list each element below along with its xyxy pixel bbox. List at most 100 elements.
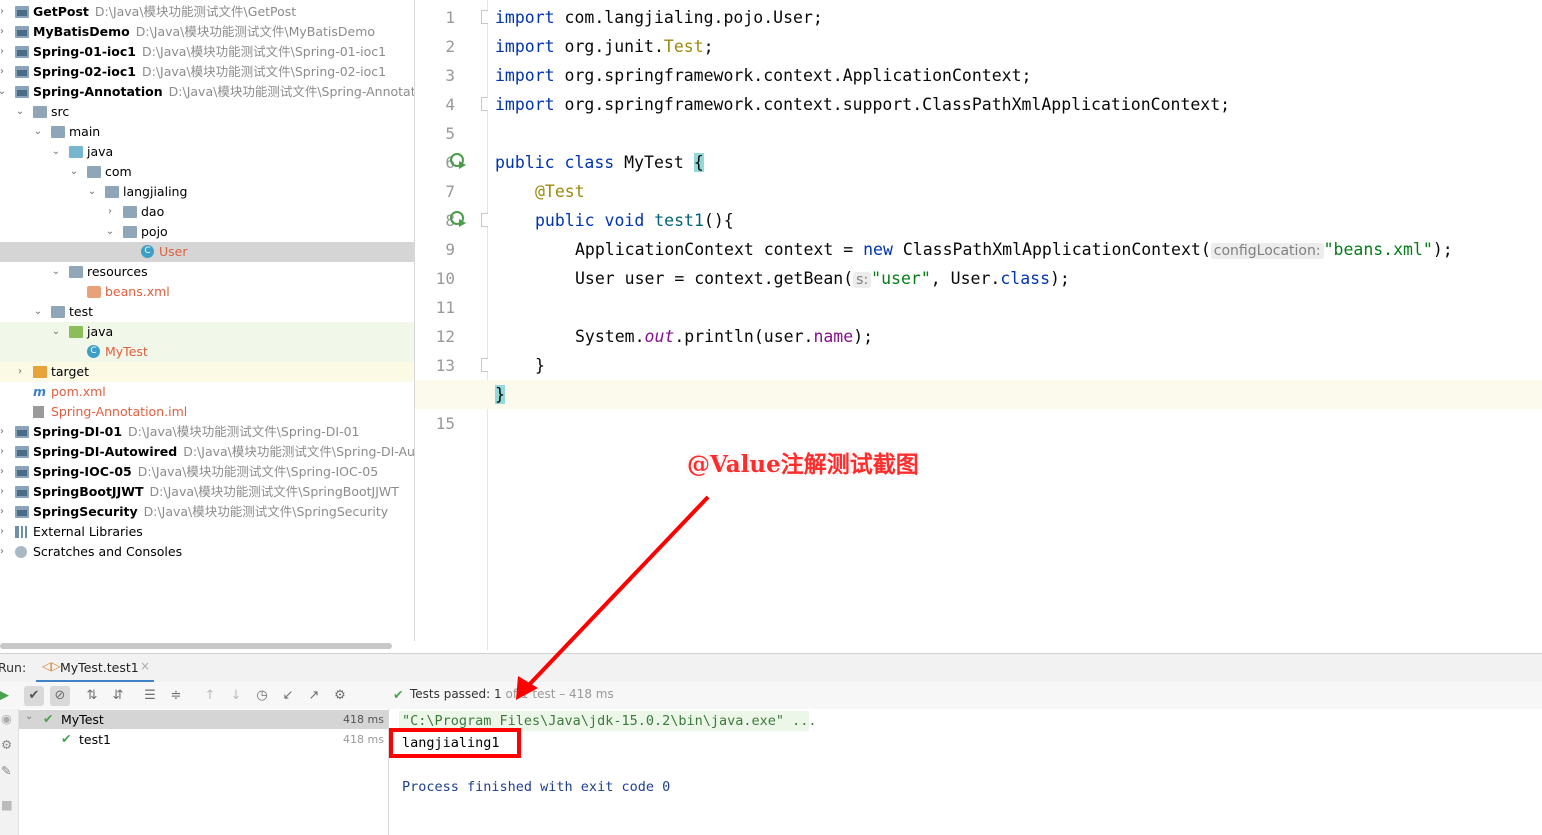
annotation-caption: @Value注解测试截图 xyxy=(687,451,919,478)
tree-module-mybatisdemo[interactable]: › MyBatisDemo D:\Java\模块功能测试文件\MyBatisDem… xyxy=(0,22,414,42)
tree-class-user[interactable]: C User xyxy=(0,242,414,262)
stop-icon[interactable]: ■ xyxy=(1,797,13,812)
current-line-highlight xyxy=(415,380,1542,409)
chevron-down-icon[interactable]: ⌄ xyxy=(50,322,62,342)
tree-scratches[interactable]: › Scratches and Consoles xyxy=(0,542,414,562)
tree-file-iml[interactable]: Spring-Annotation.iml xyxy=(0,402,414,422)
module-icon xyxy=(15,86,29,98)
tree-module-spring-di-01[interactable]: › Spring-DI-01 D:\Java\模块功能测试文件\Spring-DI… xyxy=(0,422,414,442)
tree-file-pom-xml[interactable]: m pom.xml xyxy=(0,382,414,402)
tree-folder-java-test[interactable]: ⌄ java xyxy=(0,322,414,342)
tree-module-spring-di-autowired[interactable]: › Spring-DI-Autowired D:\Java\模块功能测试文件\Sp… xyxy=(0,442,414,462)
chevron-right-icon[interactable]: › xyxy=(14,362,26,382)
chevron-right-icon[interactable]: › xyxy=(104,202,116,222)
sort-duration-icon[interactable]: ⇵ xyxy=(108,686,128,706)
line-number: 1 xyxy=(445,8,455,27)
chevron-down-icon[interactable]: ⌄ xyxy=(25,711,33,722)
chevron-down-icon[interactable]: ⌄ xyxy=(104,222,116,242)
collapse-all-icon[interactable]: ≑ xyxy=(166,686,186,706)
wrench-icon[interactable]: ✎ xyxy=(1,763,11,778)
chevron-down-icon[interactable]: ⌄ xyxy=(32,302,44,322)
tree-folder-main[interactable]: ⌄ main xyxy=(0,122,414,142)
tree-folder-test[interactable]: ⌄ test xyxy=(0,302,414,322)
arrow-up-icon[interactable]: ↑ xyxy=(200,686,220,706)
tree-package-langjialing[interactable]: ⌄ langjialing xyxy=(0,182,414,202)
chevron-right-icon[interactable]: › xyxy=(0,522,8,542)
run-test-icon[interactable] xyxy=(449,210,467,228)
close-icon[interactable]: × xyxy=(140,659,150,673)
chevron-right-icon[interactable]: › xyxy=(0,42,8,62)
arrow-down-icon[interactable]: ↓ xyxy=(226,686,246,706)
line-number: 9 xyxy=(445,240,455,259)
code-line-10: User user = context.getBean(s: "user", Us… xyxy=(575,269,1070,288)
horizontal-scrollbar[interactable] xyxy=(0,643,392,649)
module-icon xyxy=(15,426,29,438)
tree-package-pojo[interactable]: ⌄ pojo xyxy=(0,222,414,242)
chevron-right-icon[interactable]: › xyxy=(0,482,8,502)
scratches-icon xyxy=(15,546,27,558)
tree-package-com[interactable]: ⌄ com xyxy=(0,162,414,182)
tree-class-mytest[interactable]: C MyTest xyxy=(0,342,414,362)
history-icon[interactable]: ◷ xyxy=(252,686,272,706)
code-line-6: public class MyTest { xyxy=(495,153,704,172)
line-number: 7 xyxy=(445,182,455,201)
tree-module-spring-01-ioc1[interactable]: › Spring-01-ioc1 D:\Java\模块功能测试文件\Spring-… xyxy=(0,42,414,62)
code-line-4: import org.springframework.context.suppo… xyxy=(495,95,1231,114)
run-tab[interactable]: MyTest.test1 xyxy=(60,660,139,675)
chevron-down-icon[interactable]: ⌄ xyxy=(50,142,62,162)
tree-module-springbootjjwt[interactable]: › SpringBootJJWT D:\Java\模块功能测试文件\SpringB… xyxy=(0,482,414,502)
show-passed-icon[interactable]: ✔ xyxy=(24,686,44,706)
code-line-3: import org.springframework.context.Appli… xyxy=(495,66,1032,85)
tree-package-dao[interactable]: › dao xyxy=(0,202,414,222)
show-ignored-icon[interactable]: ⊘ xyxy=(50,686,70,706)
import-tests-icon[interactable]: ↙ xyxy=(278,686,298,706)
line-number: 5 xyxy=(445,124,455,143)
chevron-down-icon[interactable]: ⌄ xyxy=(50,262,62,282)
module-icon xyxy=(15,466,29,478)
chevron-right-icon[interactable]: › xyxy=(0,462,8,482)
console-output[interactable]: "C:\Program Files\Java\jdk-15.0.2\bin\ja… xyxy=(389,709,1542,835)
tree-folder-src[interactable]: ⌄ src xyxy=(0,102,414,122)
run-toolbar: ▶ ✔ ⊘ ⇅ ⇵ ☰ ≑ ↑ ↓ ◷ ↙ ↗ ⚙ ✔ Tests passed… xyxy=(0,682,1542,710)
chevron-right-icon[interactable]: › xyxy=(0,2,8,22)
expand-all-icon[interactable]: ☰ xyxy=(140,686,160,706)
gear-icon[interactable]: ⚙ xyxy=(330,686,350,706)
run-config-icon: ◁▷ xyxy=(42,659,61,673)
tree-folder-resources[interactable]: ⌄ resources xyxy=(0,262,414,282)
run-side-strip: ◉ ⚙ ✎ ■ xyxy=(0,709,19,835)
module-icon xyxy=(15,486,29,498)
chevron-right-icon[interactable]: › xyxy=(0,542,8,562)
chevron-right-icon[interactable]: › xyxy=(0,422,8,442)
tree-module-spring-ioc-05[interactable]: › Spring-IOC-05 D:\Java\模块功能测试文件\Spring-I… xyxy=(0,462,414,482)
settings-icon[interactable]: ⚙ xyxy=(1,737,12,752)
test-row-selected[interactable]: ⌄ ✔ MyTest 418 ms xyxy=(19,710,388,729)
chevron-right-icon[interactable]: › xyxy=(0,502,8,522)
tree-external-libraries[interactable]: › External Libraries xyxy=(0,522,414,542)
chevron-down-icon[interactable]: ⌄ xyxy=(32,122,44,142)
console-exit-line: Process finished with exit code 0 xyxy=(402,779,671,795)
chevron-down-icon[interactable]: ⌄ xyxy=(86,182,98,202)
chevron-right-icon[interactable]: › xyxy=(0,62,8,82)
tree-module-getpost[interactable]: › GetPost D:\Java\模块功能测试文件\GetPost xyxy=(0,2,414,22)
package-icon xyxy=(87,166,101,178)
camera-icon[interactable]: ◉ xyxy=(1,711,12,726)
test-row[interactable]: ✔ test1 418 ms xyxy=(19,730,388,749)
tree-module-spring-02-ioc1[interactable]: › Spring-02-ioc1 D:\Java\模块功能测试文件\Spring-… xyxy=(0,62,414,82)
tree-folder-target[interactable]: › target xyxy=(0,362,414,382)
chevron-right-icon[interactable]: › xyxy=(0,442,8,462)
chevron-down-icon[interactable]: ⌄ xyxy=(68,162,80,182)
class-icon: C xyxy=(141,245,154,258)
tree-folder-java-main[interactable]: ⌄ java xyxy=(0,142,414,162)
rerun-icon[interactable]: ▶ xyxy=(0,686,14,706)
chevron-right-icon[interactable]: › xyxy=(0,22,8,42)
sort-alpha-icon[interactable]: ⇅ xyxy=(82,686,102,706)
run-test-icon[interactable] xyxy=(449,152,467,170)
code-editor[interactable]: import com.langjialing.pojo.User; import… xyxy=(415,0,1542,650)
chevron-down-icon[interactable]: ⌄ xyxy=(0,82,8,102)
tree-module-spring-annotation[interactable]: ⌄ Spring-AnnotationD:\Java\模块功能测试文件\Spri… xyxy=(0,82,414,102)
export-tests-icon[interactable]: ↗ xyxy=(304,686,324,706)
chevron-down-icon[interactable]: ⌄ xyxy=(14,102,26,122)
parameter-hint: s: xyxy=(853,272,872,288)
tree-module-springsecurity[interactable]: › SpringSecurity D:\Java\模块功能测试文件\SpringS… xyxy=(0,502,414,522)
tree-file-beans-xml[interactable]: beans.xml xyxy=(0,282,414,302)
